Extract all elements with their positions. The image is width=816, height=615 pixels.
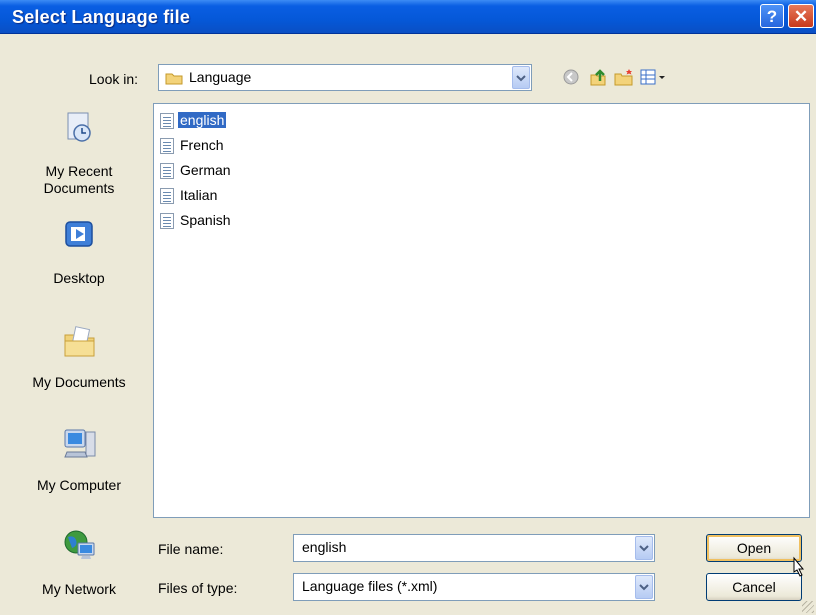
place-label: My Recent Documents bbox=[43, 163, 115, 196]
recent-documents-icon bbox=[67, 112, 91, 142]
view-menu-icon[interactable] bbox=[639, 67, 669, 89]
place-my-computer[interactable]: My Computer bbox=[14, 418, 144, 503]
place-desktop[interactable]: Desktop bbox=[14, 208, 144, 293]
chevron-down-icon[interactable] bbox=[512, 66, 530, 89]
place-my-network[interactable]: My Network bbox=[14, 520, 144, 608]
mouse-cursor-icon bbox=[793, 556, 805, 577]
xml-file-icon bbox=[160, 188, 174, 204]
resize-grip[interactable] bbox=[802, 601, 814, 613]
place-my-documents[interactable]: My Documents bbox=[14, 315, 144, 400]
place-label: My Computer bbox=[36, 477, 122, 493]
file-name-input[interactable]: english bbox=[293, 534, 655, 562]
file-name: German bbox=[180, 162, 231, 178]
title-bar[interactable]: Select Language file ? ✕ bbox=[0, 0, 816, 34]
my-computer-icon bbox=[64, 429, 96, 458]
place-recent-documents[interactable]: My Recent Documents bbox=[14, 100, 144, 205]
file-name: Italian bbox=[180, 187, 218, 203]
places-bar: My Recent Documents Desktop My Documents bbox=[14, 100, 144, 610]
file-name: Spanish bbox=[180, 212, 231, 228]
place-label: Desktop bbox=[53, 270, 105, 286]
file-name-label: File name: bbox=[158, 541, 224, 557]
chevron-down-icon[interactable] bbox=[635, 536, 653, 560]
file-list[interactable]: english French German Italian Spanish bbox=[153, 103, 810, 518]
close-button[interactable]: ✕ bbox=[788, 4, 814, 28]
window-title: Select Language file bbox=[12, 7, 191, 27]
file-type-label: Files of type: bbox=[158, 580, 238, 596]
file-name: French bbox=[180, 137, 224, 153]
back-icon[interactable] bbox=[560, 67, 582, 89]
look-in-label: Look in: bbox=[89, 71, 139, 87]
xml-file-icon bbox=[160, 138, 174, 154]
place-label: My Documents bbox=[32, 374, 126, 390]
desktop-icon bbox=[65, 221, 93, 247]
folder-icon bbox=[165, 73, 183, 85]
look-in-dropdown[interactable]: Language bbox=[158, 64, 532, 91]
help-button[interactable]: ? bbox=[760, 4, 784, 28]
my-documents-icon bbox=[64, 326, 95, 357]
xml-file-icon bbox=[160, 213, 174, 229]
look-in-value: Language bbox=[189, 69, 252, 85]
xml-file-icon bbox=[160, 163, 174, 179]
file-name-value: english bbox=[302, 539, 347, 555]
file-type-select[interactable]: Language files (*.xml) bbox=[293, 573, 655, 601]
chevron-down-icon[interactable] bbox=[635, 575, 653, 599]
my-network-icon bbox=[64, 530, 95, 559]
place-label: My Network bbox=[42, 581, 116, 597]
file-name: english bbox=[178, 112, 227, 128]
file-type-value: Language files (*.xml) bbox=[302, 578, 438, 594]
new-folder-icon[interactable] bbox=[613, 67, 635, 89]
xml-file-icon bbox=[160, 113, 174, 129]
select-language-dialog: Select Language file ? ✕ Look in: Langua… bbox=[0, 0, 816, 615]
up-folder-icon[interactable] bbox=[587, 67, 609, 89]
